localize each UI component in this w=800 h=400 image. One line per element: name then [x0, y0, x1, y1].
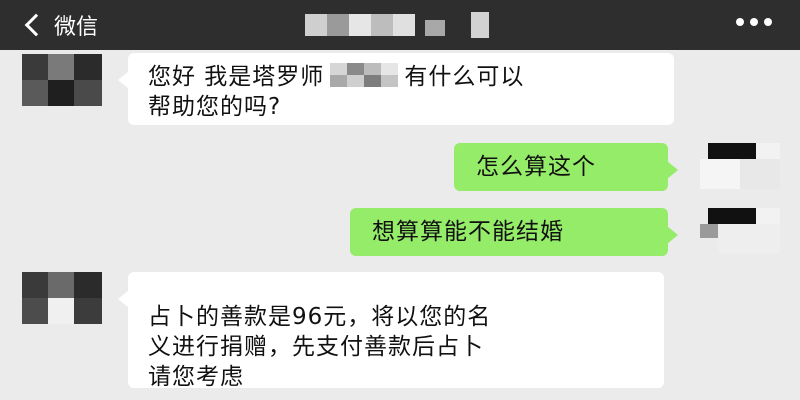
chevron-left-icon [24, 13, 48, 37]
message-text: 占卜的善款是96元，将以您的名 [148, 304, 492, 330]
message-text: 有什么可以 [404, 64, 525, 90]
own-avatar[interactable] [700, 143, 780, 189]
incoming-message-bubble[interactable]: 占卜的善款是96元，将以您的名 义进行捐赠，先支付善款后占卜 请您考虑 [118, 272, 664, 390]
incoming-message-bubble[interactable]: 您好 我是塔罗师 有什么可以 帮助您的吗? [118, 53, 674, 125]
more-dots-icon [736, 18, 744, 26]
message-text: 怎么算这个 [476, 154, 596, 180]
message-text: 请您考虑 [148, 364, 244, 390]
sender-avatar[interactable] [22, 272, 102, 324]
outgoing-message-bubble[interactable]: 想算算能不能结婚 [350, 208, 678, 256]
redacted-name-mosaic [330, 63, 399, 87]
message-text: 义进行捐赠，先支付善款后占卜 [148, 334, 484, 360]
own-avatar[interactable] [700, 208, 780, 254]
message-text: 帮助您的吗? [148, 94, 282, 120]
message-text: 想算算能不能结婚 [372, 219, 564, 245]
back-button[interactable]: 微信 [22, 12, 99, 40]
more-options-button[interactable] [736, 18, 772, 26]
outgoing-message-bubble[interactable]: 怎么算这个 [454, 143, 678, 191]
chat-title-mosaic [305, 10, 495, 40]
top-nav-bar: 微信 [0, 0, 800, 50]
sender-avatar[interactable] [22, 54, 102, 106]
back-label: 微信 [54, 15, 99, 40]
message-text: 您好 我是塔罗师 [148, 64, 325, 90]
